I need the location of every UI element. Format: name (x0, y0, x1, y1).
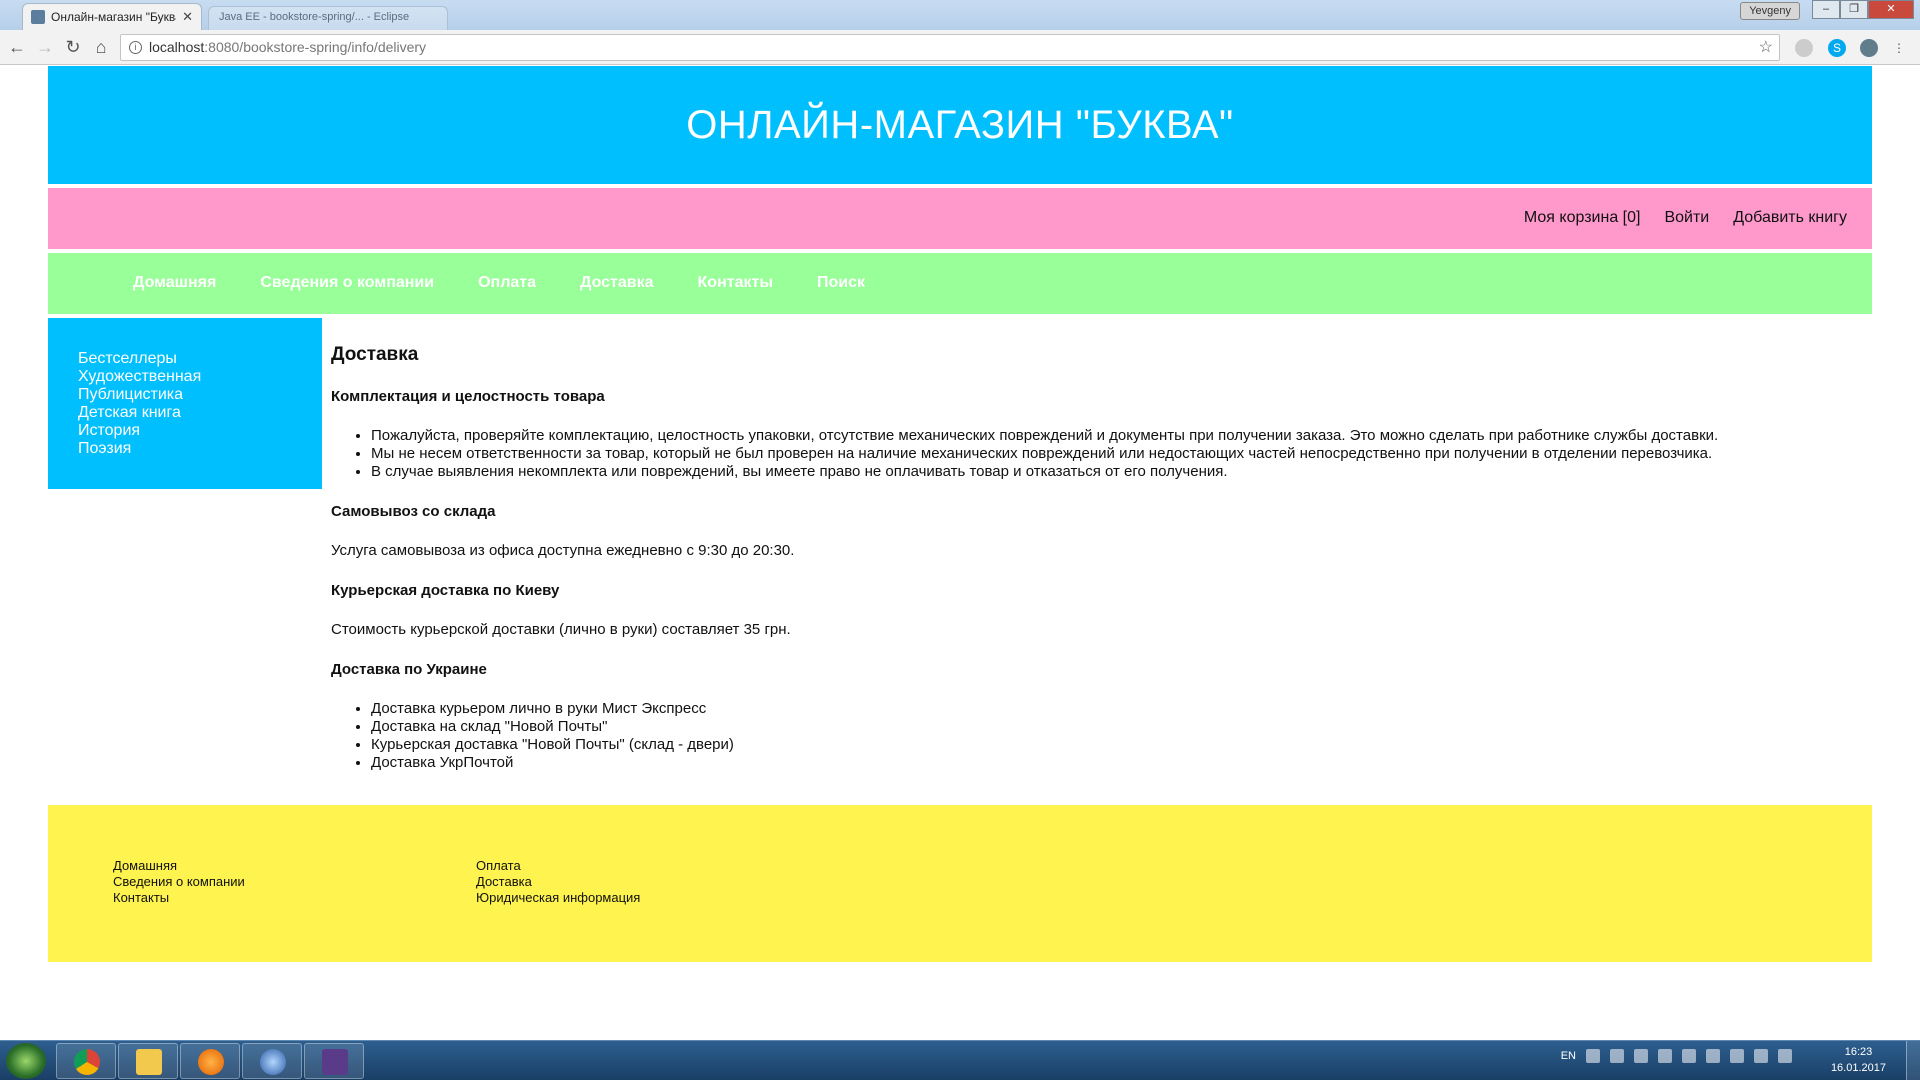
info-icon[interactable]: i (129, 41, 142, 54)
taskbar-chrome[interactable] (56, 1043, 116, 1079)
skype-icon[interactable]: S (1828, 39, 1846, 57)
cart-link[interactable]: Моя корзина [0] (1524, 209, 1641, 227)
taskbar-thunderbird[interactable] (242, 1043, 302, 1079)
url-host: localhost (149, 39, 205, 55)
taskbar-eclipse[interactable] (304, 1043, 364, 1079)
login-link[interactable]: Войти (1664, 209, 1709, 227)
reload-icon[interactable]: ↻ (62, 36, 84, 58)
footer-link-about[interactable]: Сведения о компании (113, 874, 245, 890)
section-title: Курьерская доставка по Киеву (331, 582, 560, 599)
favicon-icon (31, 10, 45, 24)
firefox-icon (198, 1049, 224, 1075)
list-item: Доставка УкрПочтой (371, 754, 1871, 772)
page-title: Доставка (331, 344, 419, 365)
list-item: Пожалуйста, проверяйте комплектацию, цел… (371, 427, 1871, 445)
completeness-list: Пожалуйста, проверяйте комплектацию, цел… (331, 427, 1871, 481)
folder-icon (136, 1049, 162, 1075)
minimize-button[interactable]: – (1812, 0, 1840, 19)
tray-arrow-icon[interactable] (1586, 1049, 1600, 1063)
browser-tab-active[interactable]: Онлайн-магазин "Буква" ✕ (22, 3, 202, 30)
tray-app-icon[interactable] (1658, 1049, 1672, 1063)
url-path: :8080/bookstore-spring/info/delivery (204, 39, 427, 55)
close-tab-icon[interactable]: ✕ (182, 9, 193, 25)
star-icon[interactable]: ☆ (1759, 35, 1773, 60)
pickup-text: Услуга самовывоза из офиса доступна ежед… (331, 542, 795, 559)
eclipse-icon (322, 1049, 348, 1075)
chrome-icon (74, 1049, 100, 1075)
clock[interactable]: 16:23 16.01.2017 (1831, 1044, 1886, 1076)
tray-app-icon[interactable] (1634, 1049, 1648, 1063)
network-icon[interactable] (1754, 1049, 1768, 1063)
nav-item-payment[interactable]: Оплата (478, 274, 536, 292)
volume-icon[interactable] (1730, 1049, 1744, 1063)
site-header: ОНЛАЙН-МАГАЗИН "БУКВА" (48, 66, 1872, 184)
profile-button[interactable]: Yevgeny (1740, 2, 1800, 20)
footer-link-legal[interactable]: Юридическая информация (476, 890, 640, 906)
forward-icon[interactable]: → (34, 36, 56, 58)
nav-item-delivery[interactable]: Доставка (580, 274, 654, 292)
close-window-button[interactable]: ✕ (1868, 0, 1914, 19)
maximize-button[interactable]: ❐ (1840, 0, 1868, 19)
site-title: ОНЛАЙН-МАГАЗИН "БУКВА" (686, 102, 1234, 147)
browser-tab-inactive[interactable]: Java EE - bookstore-spring/... - Eclipse (208, 6, 448, 30)
taskbar: EN 16:23 16.01.2017 (0, 1040, 1920, 1080)
category-sidebar: Бестселлеры Художественная Публицистика … (48, 318, 322, 489)
footer-column: Оплата Доставка Юридическая информация (476, 858, 640, 906)
site-footer: Домашняя Сведения о компании Контакты Оп… (48, 805, 1872, 962)
category-fiction[interactable]: Художественная (78, 368, 322, 386)
clock-time: 16:23 (1844, 1046, 1873, 1058)
nav-item-home[interactable]: Домашняя (133, 274, 216, 292)
list-item: Мы не несем ответственности за товар, ко… (371, 445, 1871, 463)
footer-column: Домашняя Сведения о компании Контакты (113, 858, 245, 906)
category-nonfiction[interactable]: Публицистика (78, 386, 322, 404)
window-controls: – ❐ ✕ (1812, 0, 1914, 19)
clock-date: 16.01.2017 (1830, 1062, 1886, 1074)
system-tray: EN (1561, 1049, 1872, 1063)
address-bar[interactable]: i localhost:8080/bookstore-spring/info/d… (120, 34, 1780, 61)
thunderbird-icon (260, 1049, 286, 1075)
add-book-link[interactable]: Добавить книгу (1733, 209, 1847, 227)
category-poetry[interactable]: Поэзия (78, 440, 322, 458)
start-button[interactable] (6, 1043, 46, 1079)
main-content: Доставка Комплектация и целостность това… (331, 344, 1871, 772)
home-icon[interactable]: ⌂ (90, 36, 112, 58)
category-children[interactable]: Детская книга (78, 404, 322, 422)
main-nav: Домашняя Сведения о компании Оплата Дост… (48, 253, 1872, 314)
ukraine-delivery-list: Доставка курьером лично в руки Мист Эксп… (331, 700, 1871, 772)
action-center-icon[interactable] (1778, 1049, 1792, 1063)
section-title: Комплектация и целостность товара (331, 388, 605, 405)
courier-text: Стоимость курьерской доставки (лично в р… (331, 621, 791, 638)
back-icon[interactable]: ← (6, 36, 28, 58)
footer-link-payment[interactable]: Оплата (476, 858, 640, 874)
browser-toolbar: ← → ↻ ⌂ i localhost:8080/bookstore-sprin… (0, 30, 1920, 65)
taskbar-firefox[interactable] (180, 1043, 240, 1079)
nav-item-about[interactable]: Сведения о компании (260, 274, 434, 292)
user-bar: Моя корзина [0] Войти Добавить книгу (48, 188, 1872, 249)
footer-link-contacts[interactable]: Контакты (113, 890, 245, 906)
section-title: Доставка по Украине (331, 661, 487, 678)
tray-app-icon[interactable] (1706, 1049, 1720, 1063)
tab-title: Онлайн-магазин "Буква" (51, 10, 177, 24)
tray-app-icon[interactable] (1682, 1049, 1696, 1063)
cloud-extension-icon[interactable] (1795, 39, 1813, 57)
nav-item-search[interactable]: Поиск (817, 274, 865, 292)
footer-link-delivery[interactable]: Доставка (476, 874, 640, 890)
list-item: Доставка на склад "Новой Почты" (371, 718, 1871, 736)
category-bestsellers[interactable]: Бестселлеры (78, 350, 322, 368)
nav-item-contacts[interactable]: Контакты (698, 274, 773, 292)
language-indicator[interactable]: EN (1561, 1050, 1576, 1062)
extension-icon[interactable] (1860, 39, 1878, 57)
list-item: Доставка курьером лично в руки Мист Эксп… (371, 700, 1871, 718)
show-desktop-button[interactable] (1906, 1041, 1920, 1080)
category-history[interactable]: История (78, 422, 322, 440)
browser-tab-strip: Онлайн-магазин "Буква" ✕ Java EE - books… (0, 0, 1920, 30)
section-title: Самовывоз со склада (331, 503, 496, 520)
menu-icon[interactable]: ⋮ (1890, 39, 1908, 57)
taskbar-explorer[interactable] (118, 1043, 178, 1079)
list-item: Курьерская доставка "Новой Почты" (склад… (371, 736, 1871, 754)
list-item: В случае выявления некомплекта или повре… (371, 463, 1871, 481)
tray-app-icon[interactable] (1610, 1049, 1624, 1063)
footer-link-home[interactable]: Домашняя (113, 858, 245, 874)
